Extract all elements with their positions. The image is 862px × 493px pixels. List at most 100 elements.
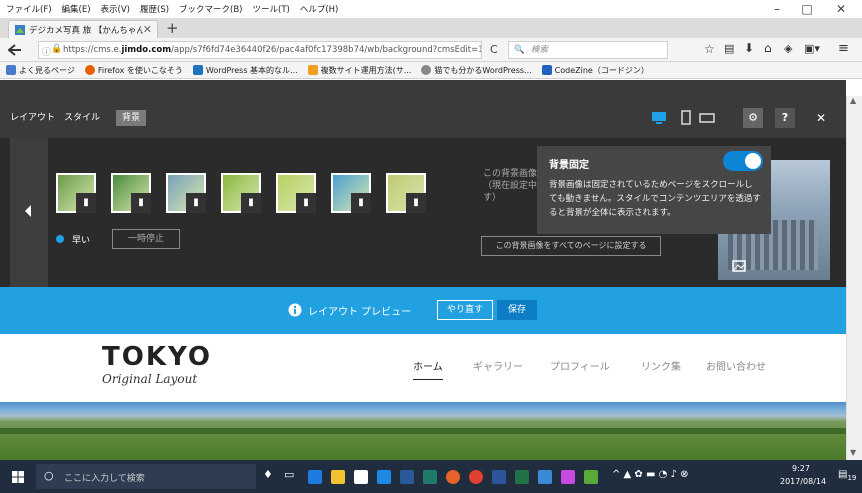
taskbar-search-input[interactable]: ○ ここに入力して検索 [36, 464, 256, 489]
menu-history[interactable]: 履歴(S) [140, 3, 169, 15]
apply-all-pages-button[interactable]: この背景画像をすべてのページに設定する [481, 236, 661, 256]
nav-gallery[interactable]: ギャラリー [473, 358, 523, 373]
windows-taskbar: ○ ここに入力して検索 ♦ ▭ ^ ▲ ✿ ▬ ◔ ♪ ⊗ 9:27 2017/… [0, 460, 862, 493]
clock-time[interactable]: 9:27 [792, 464, 810, 473]
background-thumbnail[interactable]: ▮ [386, 173, 426, 213]
vertical-scrollbar[interactable]: ▲ ▼ [846, 96, 862, 460]
nav-home[interactable]: ホーム [413, 358, 443, 380]
pocket-icon[interactable]: ◈ [784, 42, 792, 55]
speed-radio[interactable] [56, 235, 64, 243]
minimize-button[interactable]: – [762, 2, 792, 16]
tab-layout[interactable]: レイアウト [10, 110, 55, 126]
background-thumbnail[interactable]: ▮ [221, 173, 261, 213]
thumbnail-select-icon[interactable]: ▮ [76, 193, 96, 213]
menu-view[interactable]: 表示(V) [101, 3, 130, 15]
clock-date[interactable]: 2017/08/14 [780, 477, 826, 486]
settings-gear-icon[interactable]: ⚙ [743, 108, 763, 128]
description-line: す） [483, 193, 502, 203]
photos-icon[interactable] [538, 470, 552, 484]
scroll-down-icon[interactable]: ▼ [850, 448, 856, 457]
bookmark-star-icon[interactable]: ☆ [704, 42, 715, 56]
menu-help[interactable]: ヘルプ(H) [300, 3, 339, 15]
photoshop-icon[interactable] [400, 470, 414, 484]
home-icon[interactable]: ⌂ [764, 41, 772, 55]
image-icon[interactable] [732, 260, 746, 272]
chrome-icon[interactable] [469, 470, 483, 484]
microphone-icon[interactable]: ♦ [263, 468, 273, 481]
background-thumbnail[interactable]: ▮ [111, 173, 151, 213]
reading-list-icon[interactable]: ▤ [724, 42, 734, 55]
help-button[interactable]: ? [775, 108, 795, 128]
url-bar[interactable]: ⓘ 🔒 https://cms.e. jimdo.com/app/s7f6fd74… [38, 41, 482, 59]
task-view-icon[interactable]: ▭ [284, 468, 294, 481]
tablet-view-icon[interactable] [699, 113, 715, 123]
url-domain: jimdo.com [121, 45, 172, 55]
excel-icon[interactable] [515, 470, 529, 484]
site-logo-main[interactable]: TOKYO [102, 342, 212, 372]
tab-background[interactable]: 背景 [116, 110, 147, 126]
desktop-view-icon[interactable] [651, 111, 667, 125]
info-icon[interactable]: ⓘ [42, 45, 51, 58]
prev-arrow-button[interactable] [10, 138, 48, 288]
word-icon[interactable] [492, 470, 506, 484]
background-thumbnail[interactable]: ▮ [166, 173, 206, 213]
thumbnail-select-icon[interactable]: ▮ [406, 193, 426, 213]
file-explorer-icon[interactable] [331, 470, 345, 484]
reload-icon[interactable]: C [490, 43, 498, 56]
menu-edit[interactable]: 編集(E) [62, 3, 91, 15]
popup-line: ても動きません。スタイルでコンテンツエリアを透過す [549, 194, 761, 204]
window-close-button[interactable]: ✕ [826, 2, 856, 16]
background-thumbnail[interactable]: ▮ [56, 173, 96, 213]
new-tab-button[interactable]: + [166, 19, 179, 37]
popup-title: 背景固定 [549, 160, 589, 171]
bookmark-item[interactable]: CodeZine（コードジン） [541, 65, 649, 76]
app-icon[interactable] [584, 470, 598, 484]
background-thumbnail[interactable]: ▮ [331, 173, 371, 213]
popup-text: 背景画像は固定されているためページをスクロールし ても動きません。スタイルでコン… [549, 178, 761, 220]
tab-style[interactable]: スタイル [64, 110, 100, 126]
nav-contact[interactable]: お問い合わせ [706, 358, 766, 373]
save-button[interactable]: 保存 [497, 300, 537, 320]
nav-links[interactable]: リンク集 [641, 358, 681, 373]
menu-file[interactable]: ファイル(F) [6, 3, 52, 15]
bookmark-item[interactable]: Firefox を使いこなそう [84, 65, 183, 76]
browser-tab[interactable]: デジカメ写真 旅 【かんちゃん ✕ [8, 20, 158, 38]
jimdo-close-button[interactable]: ✕ [811, 108, 831, 128]
thumbnail-select-icon[interactable]: ▮ [296, 193, 316, 213]
nav-profile[interactable]: プロフィール [550, 358, 610, 373]
paint-icon[interactable] [561, 470, 575, 484]
tab-close-icon[interactable]: ✕ [143, 23, 152, 36]
thumbnail-select-icon[interactable]: ▮ [131, 193, 151, 213]
ie-icon[interactable] [377, 470, 391, 484]
menu-tools[interactable]: ツール(T) [253, 3, 290, 15]
bookmark-item[interactable]: よく見るページ [6, 65, 75, 76]
undo-button[interactable]: やり直す [437, 300, 493, 320]
search-input[interactable]: 🔍 検索 [508, 41, 668, 59]
thumbnail-select-icon[interactable]: ▮ [186, 193, 206, 213]
audition-icon[interactable] [423, 470, 437, 484]
store-icon[interactable] [354, 470, 368, 484]
menu-bookmarks[interactable]: ブックマーク(B) [179, 3, 242, 15]
scroll-up-icon[interactable]: ▲ [850, 96, 856, 105]
thumbnail-select-icon[interactable]: ▮ [241, 193, 261, 213]
maximize-button[interactable]: □ [792, 2, 822, 16]
firefox-taskbar-icon[interactable] [446, 470, 460, 484]
pause-button[interactable]: 一時停止 [112, 229, 180, 249]
popup-line: 背景画像は固定されているためページをスクロールし [549, 180, 753, 190]
bookmark-item[interactable]: 猫でも分かるWordPress... [421, 65, 532, 76]
hamburger-menu-icon[interactable]: ≡ [838, 41, 849, 56]
thumbnail-select-icon[interactable]: ▮ [351, 193, 371, 213]
download-icon[interactable]: ⬇ [744, 41, 754, 55]
background-fixed-toggle[interactable] [723, 151, 763, 171]
mobile-view-icon[interactable] [681, 110, 691, 125]
background-thumbnail[interactable]: ▮ [276, 173, 316, 213]
notification-icon[interactable]: ▤19 [838, 469, 856, 482]
screenshot-icon[interactable]: ▣▾ [804, 42, 820, 55]
edge-icon[interactable] [308, 470, 322, 484]
bookmark-item[interactable]: WordPress 基本的なル... [192, 65, 298, 76]
tray-icons[interactable]: ^ ▲ ✿ ▬ ◔ ♪ ⊗ [612, 469, 688, 480]
speed-label: 早い [72, 236, 91, 246]
back-arrow-icon[interactable] [8, 44, 22, 56]
bookmark-item[interactable]: 複数サイト運用方法(サ... [307, 65, 411, 76]
windows-start-icon[interactable] [12, 471, 24, 483]
